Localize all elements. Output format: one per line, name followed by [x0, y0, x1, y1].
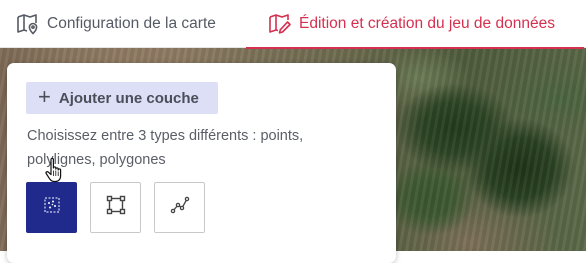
active-tab-indicator — [246, 47, 584, 49]
polyline-icon — [170, 195, 190, 220]
tab-configuration[interactable]: Configuration de la carte — [16, 0, 216, 48]
tab-edition[interactable]: Édition et création du jeu de données — [246, 0, 584, 49]
tab-edition-label: Édition et création du jeu de données — [299, 15, 555, 32]
map-edit-icon — [268, 13, 292, 35]
polygon-icon — [106, 195, 126, 220]
tab-configuration-label: Configuration de la carte — [47, 15, 216, 32]
layer-type-help-text: Choisissez entre 3 types différents : po… — [27, 128, 304, 168]
tab-bar: Configuration de la carte Édition et cré… — [0, 0, 586, 49]
polygon-type-button[interactable] — [90, 182, 141, 233]
map-pin-icon — [16, 13, 40, 35]
add-layer-label: Ajouter une couche — [58, 89, 199, 107]
add-layer-button[interactable]: + Ajouter une couche — [26, 82, 218, 114]
points-icon — [44, 197, 60, 218]
polyline-type-button[interactable] — [154, 182, 205, 233]
points-type-button[interactable] — [26, 182, 77, 233]
hand-pointer-icon — [44, 157, 66, 188]
plus-icon: + — [38, 84, 51, 109]
